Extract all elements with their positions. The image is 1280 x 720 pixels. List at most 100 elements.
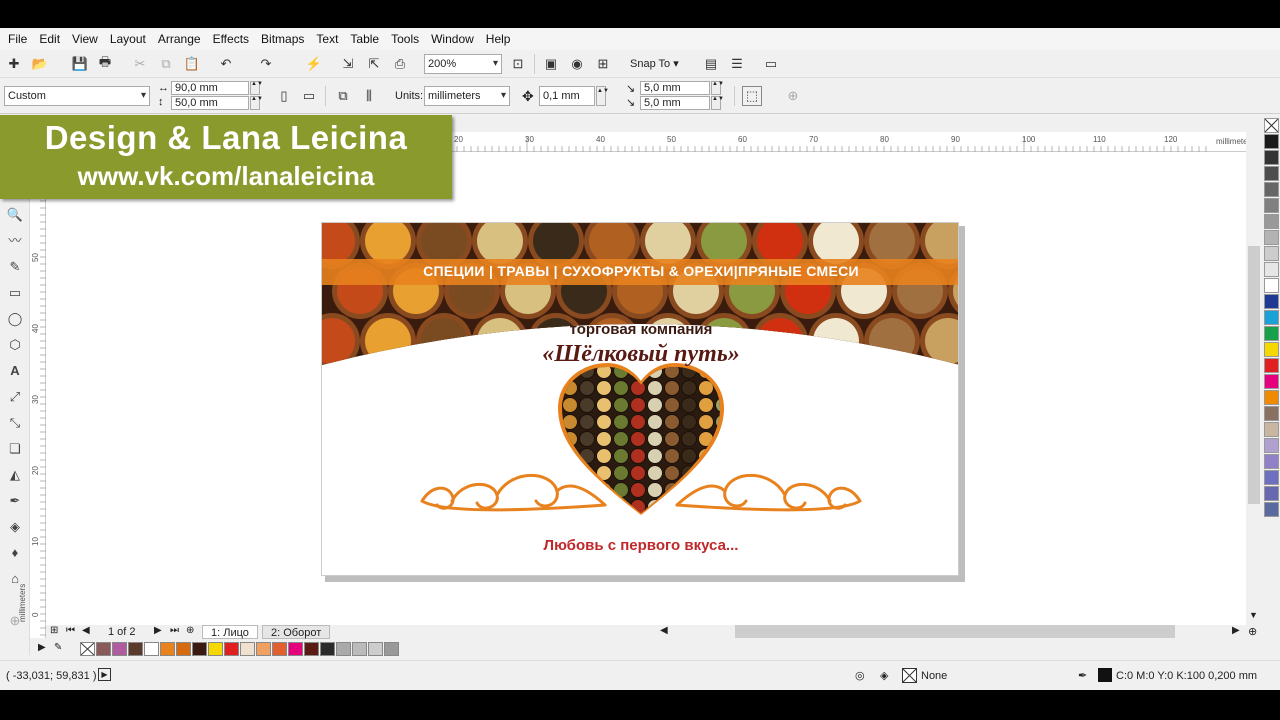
scroll-down-icon[interactable]: ▼: [1249, 610, 1258, 620]
document-palette-swatch[interactable]: [160, 642, 175, 656]
first-page-icon[interactable]: ⏮: [66, 625, 75, 636]
palette-swatch[interactable]: [1264, 150, 1279, 165]
palette-swatch[interactable]: [1264, 438, 1279, 453]
page-size-preset-select[interactable]: Custom: [4, 86, 150, 106]
next-page-icon[interactable]: ▶: [154, 625, 162, 636]
prev-page-icon[interactable]: ◀: [82, 625, 90, 636]
duplicate-y-spinner[interactable]: ▲▼: [711, 96, 724, 110]
document-palette-swatch[interactable]: [96, 642, 111, 656]
zoom-select[interactable]: 200%: [424, 54, 502, 74]
palette-swatch[interactable]: [1264, 406, 1279, 421]
document-palette-swatch[interactable]: [272, 642, 287, 656]
ellipse-tool-icon[interactable]: ◯: [5, 309, 25, 329]
menu-arrange[interactable]: Arrange: [154, 32, 209, 46]
copy-icon[interactable]: ⧉: [156, 54, 176, 74]
duplicate-x-spinner[interactable]: ▲▼: [711, 81, 724, 95]
page-insert-icon[interactable]: ⊕: [186, 625, 194, 636]
current-page-icon[interactable]: ⫼: [359, 86, 379, 106]
document-palette-swatch[interactable]: [240, 642, 255, 656]
palette-swatch[interactable]: [1264, 342, 1279, 357]
page-width-spinner[interactable]: ▲▼: [250, 81, 263, 95]
page-tab-1[interactable]: 1: Лицо: [202, 625, 258, 639]
outline-color-swatch[interactable]: [1098, 668, 1112, 682]
palette-swatch[interactable]: [1264, 198, 1279, 213]
search-content-icon[interactable]: ⚡: [304, 54, 324, 74]
application-launcher-icon[interactable]: ☰: [727, 54, 747, 74]
page-add-icon[interactable]: ⊞: [50, 625, 58, 636]
scroll-right-icon[interactable]: ▶: [1232, 625, 1240, 636]
document-palette-swatch[interactable]: [304, 642, 319, 656]
menu-bitmaps[interactable]: Bitmaps: [257, 32, 312, 46]
document-palette-swatch[interactable]: [288, 642, 303, 656]
vertical-ruler[interactable]: 50 40 30 20 10 0 millimeters: [18, 152, 46, 638]
palette-swatch[interactable]: [1264, 262, 1279, 277]
palette-swatch[interactable]: [1264, 166, 1279, 181]
drop-shadow-tool-icon[interactable]: ❏: [5, 439, 25, 459]
freehand-tool-icon[interactable]: 〰: [5, 231, 25, 251]
quick-customize-icon[interactable]: ⊕: [783, 86, 803, 106]
palette-swatch[interactable]: [1264, 310, 1279, 325]
print-icon[interactable]: 🖶: [95, 54, 115, 74]
menu-view[interactable]: View: [68, 32, 106, 46]
page-height-field[interactable]: 50,0 mm: [171, 96, 249, 110]
paste-icon[interactable]: 📋: [182, 54, 202, 74]
smart-fill-tool-icon[interactable]: ♦: [5, 543, 25, 563]
snap-to-dropdown[interactable]: Snap To ▾: [630, 57, 679, 70]
document-palette-swatch[interactable]: [224, 642, 239, 656]
redo-icon[interactable]: ↷: [256, 54, 276, 74]
page-height-spinner[interactable]: ▲▼: [250, 96, 263, 110]
save-icon[interactable]: 💾: [70, 54, 90, 74]
scroll-left-icon[interactable]: ◀: [660, 625, 668, 636]
palette-swatch[interactable]: [1264, 422, 1279, 437]
menu-help[interactable]: Help: [482, 32, 519, 46]
document-palette-swatch[interactable]: [320, 642, 335, 656]
new-document-icon[interactable]: ✚: [4, 54, 24, 74]
play-icon[interactable]: ▶: [98, 668, 111, 681]
options-icon[interactable]: ▤: [701, 54, 721, 74]
menu-file[interactable]: File: [4, 32, 35, 46]
rectangle-tool-icon[interactable]: ▭: [5, 283, 25, 303]
fill-bucket-icon[interactable]: ◈: [880, 669, 888, 682]
welcome-screen-icon[interactable]: ▭: [761, 54, 781, 74]
vertical-scrollbar-thumb[interactable]: [1248, 246, 1260, 504]
interactive-fill-tool-icon[interactable]: ◈: [5, 517, 25, 537]
portrait-icon[interactable]: ▯: [274, 86, 294, 106]
duplicate-y-field[interactable]: 5,0 mm: [640, 96, 710, 110]
palette-swatch[interactable]: [1264, 214, 1279, 229]
palette-swatch[interactable]: [1264, 390, 1279, 405]
palette-swatch[interactable]: [1264, 230, 1279, 245]
show-grid-icon[interactable]: ⊞: [593, 54, 613, 74]
document-palette-swatch[interactable]: [176, 642, 191, 656]
artistic-media-tool-icon[interactable]: ✎: [5, 257, 25, 277]
all-pages-icon[interactable]: ⧉: [333, 86, 353, 106]
document-palette-menu-icon[interactable]: ▶: [38, 642, 46, 653]
import-icon[interactable]: ⇲: [338, 54, 358, 74]
menu-edit[interactable]: Edit: [35, 32, 68, 46]
eyedropper-icon[interactable]: ✎: [54, 642, 62, 653]
export-icon[interactable]: ⇱: [364, 54, 384, 74]
open-folder-icon[interactable]: 📂: [30, 54, 50, 74]
menu-table[interactable]: Table: [346, 32, 387, 46]
document-palette-swatch[interactable]: [208, 642, 223, 656]
color-eyedropper-tool-icon[interactable]: ✒: [5, 491, 25, 511]
document-palette-swatch[interactable]: [192, 642, 207, 656]
menu-text[interactable]: Text: [312, 32, 346, 46]
horizontal-scrollbar-thumb[interactable]: [735, 625, 1175, 638]
zoom-fit-icon[interactable]: ⊡: [508, 54, 528, 74]
text-tool-icon[interactable]: A: [5, 361, 25, 381]
duplicate-x-field[interactable]: 5,0 mm: [640, 81, 710, 95]
parallel-dimension-tool-icon[interactable]: ⤢: [5, 387, 25, 407]
menu-window[interactable]: Window: [427, 32, 482, 46]
palette-swatch[interactable]: [1264, 182, 1279, 197]
document-palette-swatch[interactable]: [352, 642, 367, 656]
page-tab-2[interactable]: 2: Оборот: [262, 625, 331, 639]
polygon-tool-icon[interactable]: ⬡: [5, 335, 25, 355]
palette-swatch[interactable]: [1264, 246, 1279, 261]
palette-swatch[interactable]: [1264, 502, 1279, 517]
fill-none-swatch[interactable]: [902, 668, 917, 683]
zoom-to-page-icon[interactable]: ⊕: [1248, 625, 1257, 638]
publish-pdf-icon[interactable]: ⎙: [390, 54, 410, 74]
show-rulers-icon[interactable]: ◉: [567, 54, 587, 74]
full-screen-preview-icon[interactable]: ▣: [541, 54, 561, 74]
palette-swatch[interactable]: [1264, 374, 1279, 389]
